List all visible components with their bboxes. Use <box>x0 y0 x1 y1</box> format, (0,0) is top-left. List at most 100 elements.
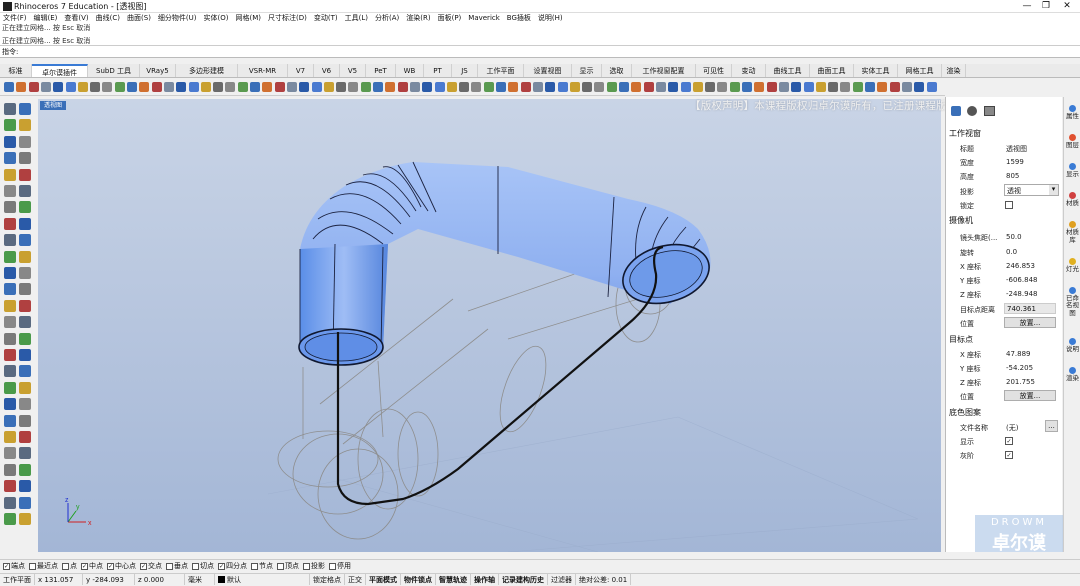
toolbar-tool-icon[interactable] <box>643 82 654 92</box>
tab-item[interactable]: 标准 <box>0 64 32 77</box>
osnap-item[interactable]: ✓ 交点 <box>140 560 162 572</box>
rotation-value[interactable]: 0.0 <box>1006 248 1017 256</box>
toolbar-tool-icon[interactable] <box>188 82 199 92</box>
toolbar-tool-icon[interactable] <box>385 82 396 92</box>
toolbar-tool-icon[interactable] <box>311 82 322 92</box>
tab-item[interactable]: 可见性 <box>696 64 732 77</box>
status-toggle[interactable]: 物件锁点 <box>401 574 436 585</box>
tab-item[interactable]: VRay5 <box>140 64 176 77</box>
menu-item[interactable]: 曲面(S) <box>127 13 151 24</box>
status-toggle[interactable]: 智慧轨迹 <box>436 574 471 585</box>
left-tool-icon[interactable] <box>19 299 31 312</box>
toolbar-tool-icon[interactable] <box>28 82 39 92</box>
menu-item[interactable]: 曲线(C) <box>96 13 120 24</box>
left-tool-icon[interactable] <box>19 316 31 329</box>
toolbar-tool-icon[interactable] <box>594 82 605 92</box>
left-tool-icon[interactable] <box>4 201 16 214</box>
toolbar-tool-icon[interactable] <box>569 82 580 92</box>
left-tool-icon[interactable] <box>19 365 31 378</box>
toolbar-tool-icon[interactable] <box>262 82 273 92</box>
close-icon[interactable]: ✕ <box>1058 0 1076 13</box>
minimize-icon[interactable]: — <box>1018 0 1036 13</box>
left-tool-icon[interactable] <box>4 267 16 279</box>
left-tool-icon[interactable] <box>19 135 31 148</box>
osnap-checkbox[interactable] <box>62 562 69 570</box>
toolbar-tool-icon[interactable] <box>274 82 285 92</box>
toolbar-tool-icon[interactable] <box>631 82 642 92</box>
toolbar-tool-icon[interactable] <box>692 82 703 92</box>
toolbar-tool-icon[interactable] <box>532 82 543 92</box>
toolbar-tool-icon[interactable] <box>459 82 470 92</box>
toolbar-tool-icon[interactable] <box>151 82 162 92</box>
tab-item[interactable]: V7 <box>288 64 314 77</box>
side-tab[interactable]: 渲染 <box>1066 367 1079 383</box>
material-icon[interactable] <box>984 106 995 116</box>
toolbar-tool-icon[interactable] <box>323 82 334 92</box>
left-tool-icon[interactable] <box>4 398 16 411</box>
camera-place-button[interactable]: 放置... <box>1004 317 1056 328</box>
toolbar-tool-icon[interactable] <box>65 82 76 92</box>
left-tool-icon[interactable] <box>19 152 31 165</box>
osnap-checkbox[interactable] <box>29 562 36 570</box>
toolbar-tool-icon[interactable] <box>557 82 568 92</box>
target-y-value[interactable]: -54.205 <box>1006 364 1033 372</box>
left-tool-icon[interactable] <box>4 152 16 165</box>
toolbar-tool-icon[interactable] <box>828 82 839 92</box>
left-tool-icon[interactable] <box>4 381 16 394</box>
toolbar-tool-icon[interactable] <box>348 82 359 92</box>
toolbar-tool-icon[interactable] <box>742 82 752 92</box>
left-tool-icon[interactable] <box>4 299 16 312</box>
side-tab[interactable]: 材质 <box>1066 192 1079 208</box>
osnap-item[interactable]: ✓ 四分点 <box>218 560 247 572</box>
left-tool-icon[interactable] <box>4 168 16 181</box>
tab-item[interactable]: 渲染 <box>942 64 966 77</box>
layer-indicator[interactable]: 默认 <box>215 574 310 585</box>
left-tool-icon[interactable] <box>19 217 31 230</box>
toolbar-tool-icon[interactable] <box>508 82 519 92</box>
side-tab[interactable]: 材质库 <box>1066 221 1079 244</box>
tab-item[interactable]: 选取 <box>602 64 632 77</box>
left-tool-icon[interactable] <box>19 234 31 247</box>
toolbar-tool-icon[interactable] <box>815 82 826 92</box>
status-toggle[interactable]: 平面模式 <box>366 574 401 585</box>
left-tool-icon[interactable] <box>19 349 31 361</box>
left-tool-icon[interactable] <box>19 414 31 427</box>
camera-icon[interactable] <box>951 106 961 116</box>
osnap-checkbox[interactable] <box>192 562 199 570</box>
left-tool-icon[interactable] <box>4 135 16 148</box>
toolbar-tool-icon[interactable] <box>176 82 187 92</box>
left-tool-icon[interactable] <box>19 168 31 181</box>
left-tool-icon[interactable] <box>4 513 16 525</box>
side-tab[interactable]: 属性 <box>1066 105 1079 121</box>
left-tool-icon[interactable] <box>4 332 16 345</box>
tab-item[interactable]: 工作平面 <box>478 64 524 77</box>
osnap-item[interactable]: 切点 <box>192 560 214 572</box>
toolbar-tool-icon[interactable] <box>754 82 765 92</box>
osnap-item[interactable]: 节点 <box>251 560 273 572</box>
left-tool-icon[interactable] <box>19 431 31 443</box>
menu-item[interactable]: 文件(F) <box>3 13 27 24</box>
menu-item[interactable]: 尺寸标注(D) <box>268 13 307 24</box>
status-toggle[interactable]: 过滤器 <box>548 574 576 585</box>
osnap-checkbox[interactable]: ✓ <box>140 562 147 570</box>
left-tool-icon[interactable] <box>4 349 16 361</box>
osnap-checkbox[interactable]: ✓ <box>81 562 88 570</box>
left-tool-icon[interactable] <box>19 398 31 411</box>
osnap-checkbox[interactable] <box>277 562 284 570</box>
toolbar-tool-icon[interactable] <box>40 82 51 92</box>
toolbar-tool-icon[interactable] <box>53 82 64 92</box>
left-tool-icon[interactable] <box>4 185 16 197</box>
title-value[interactable]: 透视图 <box>1006 144 1027 154</box>
tab-item[interactable]: 显示 <box>572 64 602 77</box>
left-tool-icon[interactable] <box>4 234 16 247</box>
left-tool-icon[interactable] <box>4 283 16 296</box>
tab-item[interactable]: SubD 工具 <box>88 64 140 77</box>
toolbar-tool-icon[interactable] <box>163 82 174 92</box>
left-tool-icon[interactable] <box>4 365 16 378</box>
toolbar-tool-icon[interactable] <box>200 82 211 92</box>
tab-item[interactable]: 曲面工具 <box>810 64 854 77</box>
osnap-checkbox[interactable]: ✓ <box>107 562 114 570</box>
toolbar-tool-icon[interactable] <box>299 82 310 92</box>
left-tool-icon[interactable] <box>4 463 16 476</box>
left-tool-icon[interactable] <box>19 201 31 214</box>
